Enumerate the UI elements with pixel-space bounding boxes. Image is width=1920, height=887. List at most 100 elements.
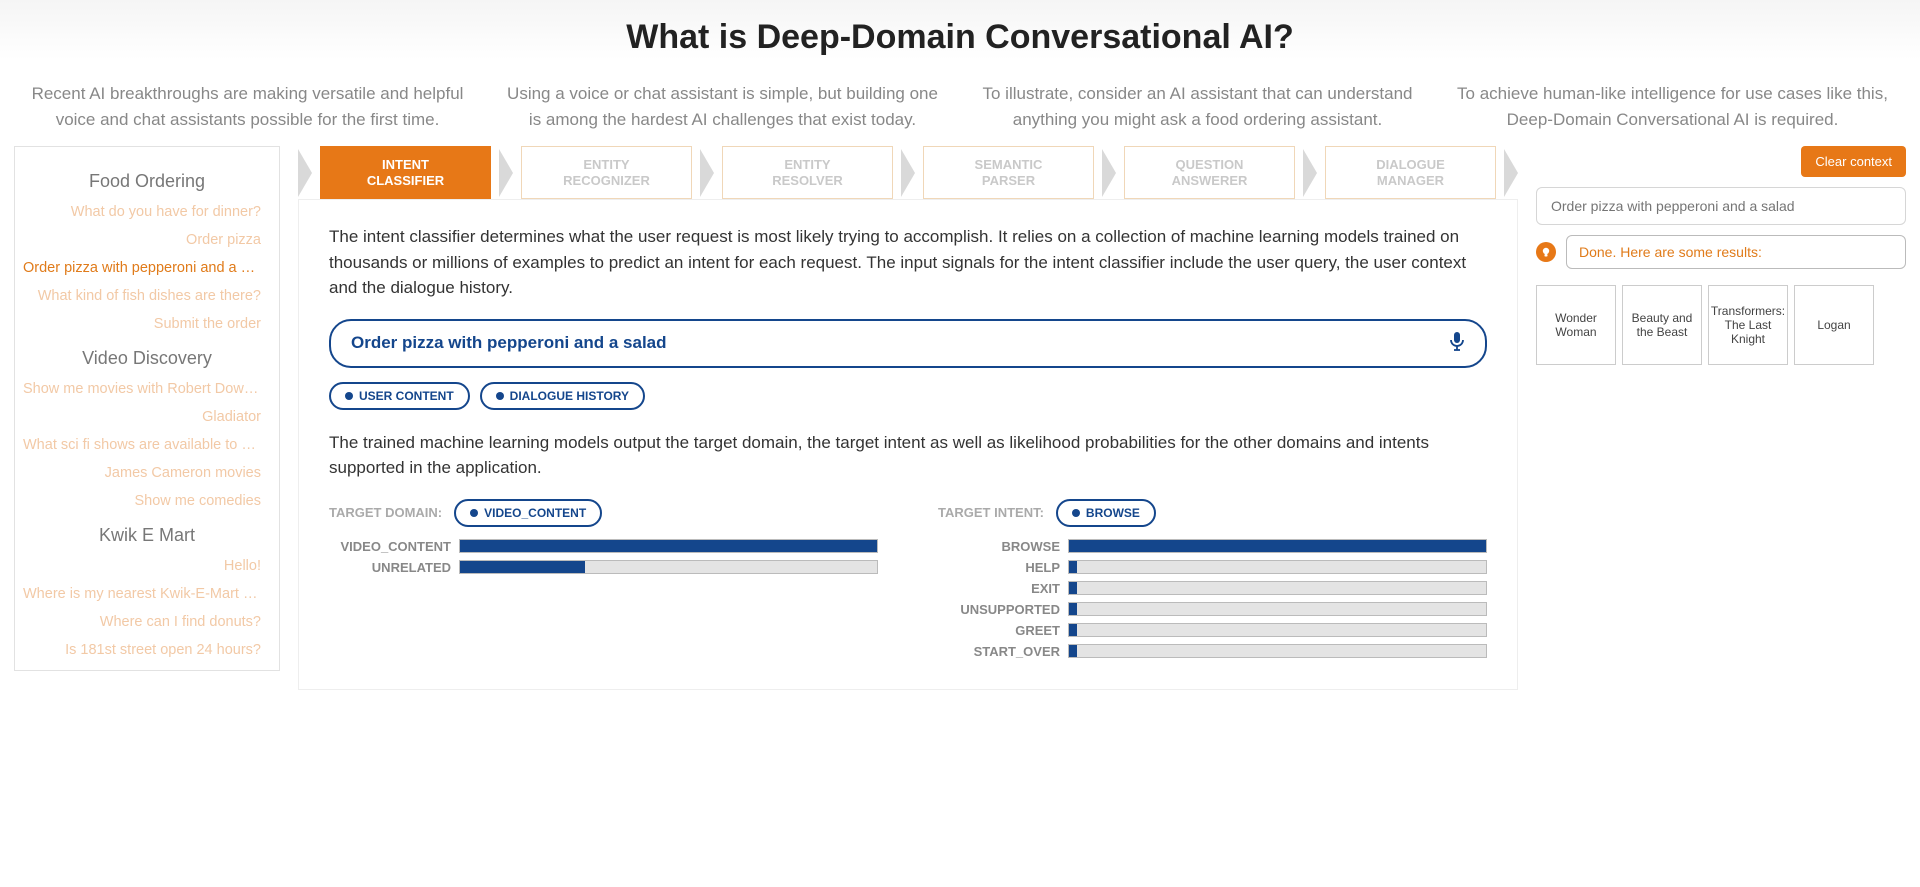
bar-row: EXIT xyxy=(938,581,1487,596)
bar-fill xyxy=(1069,540,1486,552)
pill-label: BROWSE xyxy=(1086,506,1140,520)
bar-label: EXIT xyxy=(938,581,1068,596)
sidebar-item[interactable]: Submit the order xyxy=(23,310,271,338)
bar-track xyxy=(459,539,878,553)
chevron-right-icon xyxy=(298,149,312,197)
chevron-right-icon xyxy=(1504,149,1518,197)
pipeline-stage[interactable]: SEMANTICPARSER xyxy=(923,146,1094,199)
pipeline-stage[interactable]: DIALOGUEMANAGER xyxy=(1325,146,1496,199)
bar-label: GREET xyxy=(938,623,1068,638)
pill-label: VIDEO_CONTENT xyxy=(484,506,586,520)
result-card[interactable]: Wonder Woman xyxy=(1536,285,1616,365)
sidebar-section-title: Video Discovery xyxy=(23,348,271,369)
chevron-right-icon xyxy=(700,149,714,197)
sidebar: Food Ordering What do you have for dinner… xyxy=(14,146,280,671)
result-cards: Wonder WomanBeauty and the BeastTransfor… xyxy=(1536,285,1906,365)
bar-label: UNRELATED xyxy=(329,560,459,575)
bar-track xyxy=(1068,581,1487,595)
chevron-right-icon xyxy=(1102,149,1116,197)
bar-fill xyxy=(460,561,585,573)
sidebar-item[interactable]: Gladiator xyxy=(23,403,271,431)
intro-col-3: To achieve human-like intelligence for u… xyxy=(1455,81,1890,132)
pipeline: INTENTCLASSIFIER ENTITYRECOGNIZER ENTITYRE… xyxy=(298,146,1518,199)
sidebar-item[interactable]: What sci fi shows are available to watch… xyxy=(23,431,271,459)
bar-row: UNRELATED xyxy=(329,560,878,575)
chevron-right-icon xyxy=(499,149,513,197)
bar-track xyxy=(1068,644,1487,658)
sidebar-item[interactable]: Where can I find donuts? xyxy=(23,608,271,636)
dot-icon xyxy=(1072,509,1080,517)
bar-row: BROWSE xyxy=(938,539,1487,554)
bar-fill xyxy=(460,540,877,552)
clear-context-button[interactable]: Clear context xyxy=(1801,146,1906,177)
panel-desc-2: The trained machine learning models outp… xyxy=(329,430,1487,481)
sidebar-section-title: Food Ordering xyxy=(23,171,271,192)
sidebar-item[interactable]: Hello! xyxy=(23,552,271,580)
bar-fill xyxy=(1069,645,1077,657)
bar-row: HELP xyxy=(938,560,1487,575)
bar-track xyxy=(1068,602,1487,616)
intro-col-2: To illustrate, consider an AI assistant … xyxy=(980,81,1415,132)
target-intent-label: TARGET INTENT: xyxy=(938,505,1044,520)
intro-col-1: Using a voice or chat assistant is simpl… xyxy=(505,81,940,132)
target-domain-label: TARGET DOMAIN: xyxy=(329,505,442,520)
target-domain-col: TARGET DOMAIN: VIDEO_CONTENT VIDEO_CONTE… xyxy=(329,499,878,665)
dot-icon xyxy=(496,392,504,400)
dialogue-history-pill[interactable]: DIALOGUE HISTORY xyxy=(480,382,645,410)
pill-label: USER CONTENT xyxy=(359,389,454,403)
result-card[interactable]: Beauty and the Beast xyxy=(1622,285,1702,365)
result-message: Done. Here are some results: xyxy=(1566,235,1906,269)
page-title: What is Deep-Domain Conversational AI? xyxy=(0,18,1920,57)
dot-icon xyxy=(470,509,478,517)
query-input[interactable] xyxy=(1536,187,1906,225)
pill-row: USER CONTENT DIALOGUE HISTORY xyxy=(329,382,1487,410)
microphone-icon[interactable] xyxy=(1449,331,1465,356)
result-card[interactable]: Transformers: The Last Knight xyxy=(1708,285,1788,365)
bar-fill xyxy=(1069,561,1077,573)
sidebar-item[interactable]: Show me movies with Robert Downey Jr xyxy=(23,375,271,403)
bar-row: VIDEO_CONTENT xyxy=(329,539,878,554)
pipeline-stage[interactable]: ENTITYRECOGNIZER xyxy=(521,146,692,199)
right-panel: Clear context Done. Here are some result… xyxy=(1536,146,1906,365)
pill-label: DIALOGUE HISTORY xyxy=(510,389,629,403)
bar-row: UNSUPPORTED xyxy=(938,602,1487,617)
pipeline-stage[interactable]: ENTITYRESOLVER xyxy=(722,146,893,199)
sidebar-item[interactable]: James Cameron movies xyxy=(23,459,271,487)
sidebar-item[interactable]: Where is my nearest Kwik-E-Mart store? xyxy=(23,580,271,608)
pipeline-stage[interactable]: INTENTCLASSIFIER xyxy=(320,146,491,199)
pipeline-stage[interactable]: QUESTIONANSWERER xyxy=(1124,146,1295,199)
bar-track xyxy=(1068,560,1487,574)
sidebar-item[interactable]: What kind of fish dishes are there? xyxy=(23,282,271,310)
bar-row: GREET xyxy=(938,623,1487,638)
classifier-panel: The intent classifier determines what th… xyxy=(298,199,1518,690)
sidebar-item[interactable]: Order pizza xyxy=(23,226,271,254)
result-card[interactable]: Logan xyxy=(1794,285,1874,365)
intro-row: Recent AI breakthroughs are making versa… xyxy=(0,81,1920,132)
bulb-icon xyxy=(1536,242,1556,262)
bar-track xyxy=(1068,623,1487,637)
target-intent-pill[interactable]: BROWSE xyxy=(1056,499,1156,527)
sidebar-section-title: Kwik E Mart xyxy=(23,525,271,546)
dot-icon xyxy=(345,392,353,400)
target-intent-col: TARGET INTENT: BROWSE BROWSE HELP EXIT UNSU… xyxy=(938,499,1487,665)
chevron-right-icon xyxy=(901,149,915,197)
panel-desc-1: The intent classifier determines what th… xyxy=(329,224,1487,301)
sidebar-item[interactable]: Order pizza with pepperoni and a salad xyxy=(23,254,271,282)
target-domain-pill[interactable]: VIDEO_CONTENT xyxy=(454,499,602,527)
bar-label: UNSUPPORTED xyxy=(938,602,1068,617)
query-box[interactable]: Order pizza with pepperoni and a salad xyxy=(329,319,1487,368)
bar-fill xyxy=(1069,582,1077,594)
intro-col-0: Recent AI breakthroughs are making versa… xyxy=(30,81,465,132)
bar-label: START_OVER xyxy=(938,644,1068,659)
chevron-right-icon xyxy=(1303,149,1317,197)
bar-label: VIDEO_CONTENT xyxy=(329,539,459,554)
sidebar-item[interactable]: Is 181st street open 24 hours? xyxy=(23,636,271,664)
query-text: Order pizza with pepperoni and a salad xyxy=(351,333,667,353)
bar-row: START_OVER xyxy=(938,644,1487,659)
bar-fill xyxy=(1069,603,1077,615)
bar-track xyxy=(459,560,878,574)
sidebar-item[interactable]: Show me comedies xyxy=(23,487,271,515)
sidebar-item[interactable]: What do you have for dinner? xyxy=(23,198,271,226)
user-content-pill[interactable]: USER CONTENT xyxy=(329,382,470,410)
bar-fill xyxy=(1069,624,1077,636)
